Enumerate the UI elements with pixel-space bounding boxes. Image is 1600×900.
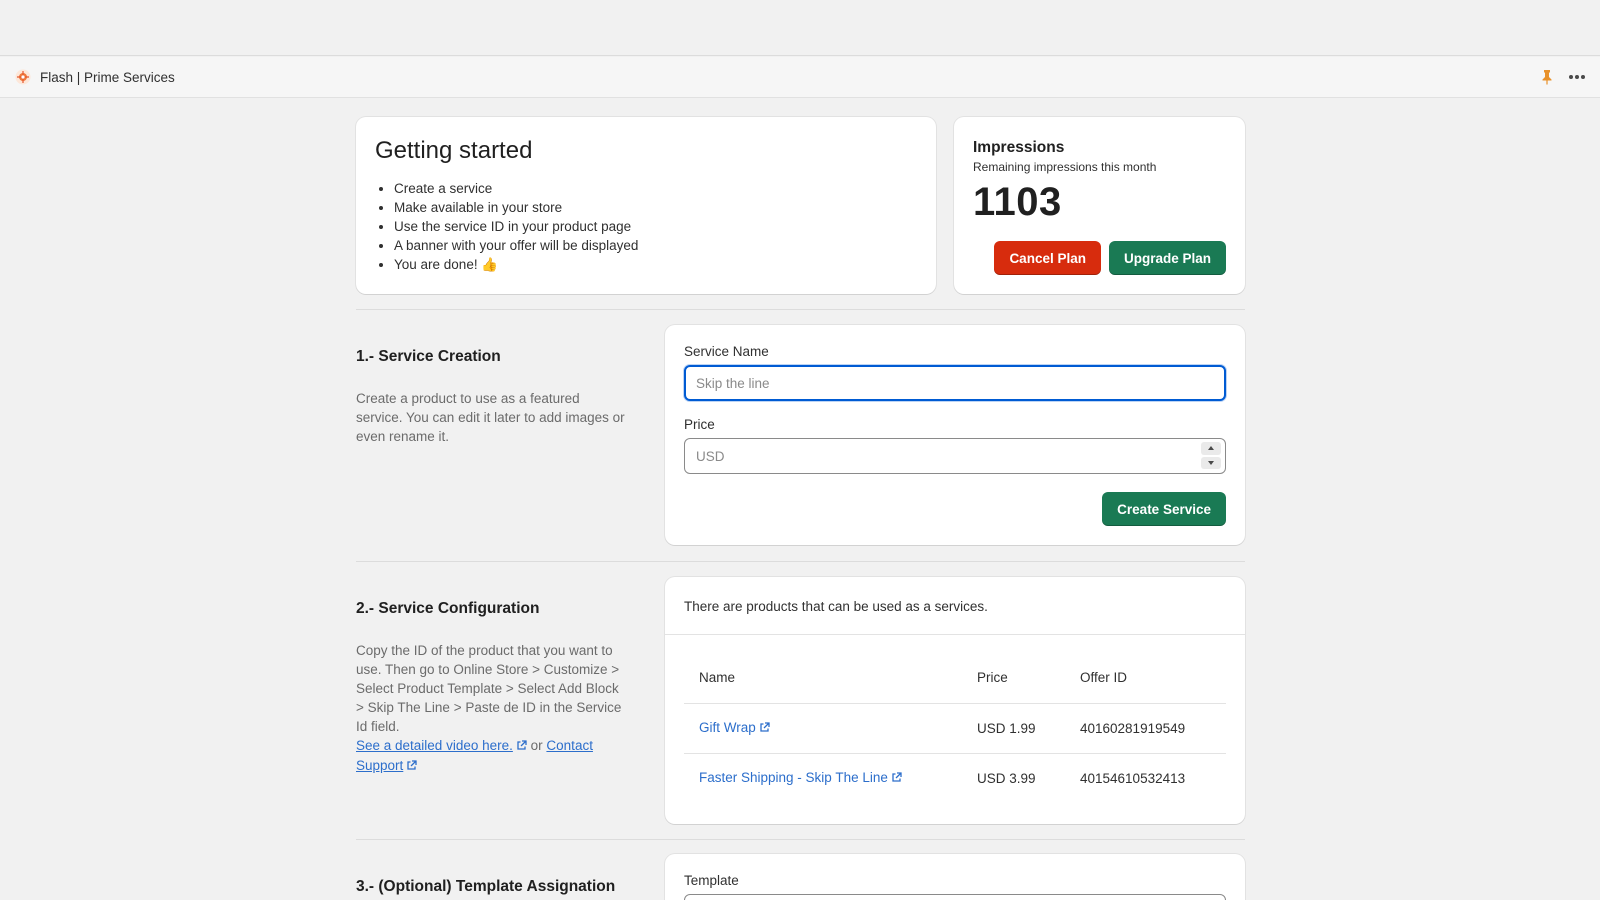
pin-icon[interactable] <box>1540 69 1554 85</box>
service-configuration-title: 2.- Service Configuration <box>356 600 540 617</box>
services-table: Name Price Offer ID Gift Wrap USD 1.99 4… <box>684 653 1226 803</box>
template-assignation-info: 3.- (Optional) Template Assignation <box>356 878 628 896</box>
external-link-icon <box>516 737 527 756</box>
cancel-plan-button[interactable]: Cancel Plan <box>994 241 1101 275</box>
flash-logo-icon <box>14 68 32 86</box>
service-creation-description: Create a product to use as a featured se… <box>356 391 625 444</box>
product-link[interactable]: Faster Shipping - Skip The Line <box>699 770 888 785</box>
product-link[interactable]: Gift Wrap <box>699 720 756 735</box>
impressions-subtitle: Remaining impressions this month <box>973 160 1157 174</box>
step-item: Make available in your store <box>394 198 917 217</box>
app-title-bar: Flash | Prime Services <box>0 57 1600 98</box>
price-stepper[interactable] <box>1201 442 1221 469</box>
section-divider <box>356 561 1245 562</box>
price-input[interactable] <box>684 438 1226 474</box>
offer-id-cell: 40160281919549 <box>1065 703 1226 754</box>
column-header-name: Name <box>684 653 962 704</box>
price-cell: USD 3.99 <box>977 770 1036 786</box>
getting-started-steps: Create a service Make available in your … <box>375 179 917 274</box>
upgrade-plan-button[interactable]: Upgrade Plan <box>1108 241 1226 275</box>
service-creation-card: Service Name Price Create Service <box>665 325 1245 545</box>
service-creation-title: 1.- Service Creation <box>356 348 501 365</box>
impressions-title: Impressions <box>973 139 1065 156</box>
price-label: Price <box>684 417 715 432</box>
service-configuration-info: 2.- Service Configuration Copy the ID of… <box>356 600 628 776</box>
table-header-row: Name Price Offer ID <box>684 653 1226 704</box>
column-header-offer-id: Offer ID <box>1065 653 1226 704</box>
browser-top-area <box>0 0 1600 56</box>
more-horizontal-icon[interactable] <box>1568 74 1586 80</box>
external-link-icon <box>406 757 417 776</box>
section-divider <box>356 309 1245 310</box>
table-row: Gift Wrap USD 1.99 40160281919549 <box>684 703 1226 754</box>
template-label: Template <box>684 873 739 888</box>
video-link[interactable]: See a detailed video here. <box>356 738 513 753</box>
template-assignation-title: 3.- (Optional) Template Assignation <box>356 878 616 895</box>
getting-started-card: Getting started Create a service Make av… <box>356 117 936 294</box>
offer-id-cell: 40154610532413 <box>1080 770 1186 786</box>
step-item: You are done! 👍 <box>394 255 917 274</box>
section-divider <box>356 839 1245 840</box>
external-link-icon <box>759 721 770 736</box>
decrement-icon[interactable] <box>1201 456 1221 469</box>
step-item: A banner with your offer will be display… <box>394 236 917 255</box>
step-item: Use the service ID in your product page <box>394 217 917 236</box>
service-name-input[interactable] <box>684 365 1226 401</box>
column-header-price: Price <box>962 653 1065 704</box>
template-assignation-card: Template <box>665 854 1245 900</box>
service-name-cell: Faster Shipping - Skip The Line <box>684 753 962 803</box>
external-link-icon <box>891 771 902 786</box>
service-configuration-description: Copy the ID of the product that you want… <box>356 641 628 776</box>
configuration-instructions: Copy the ID of the product that you want… <box>356 643 622 734</box>
price-cell: USD 1.99 <box>962 703 1065 754</box>
service-name-cell: Gift Wrap <box>684 703 962 754</box>
service-configuration-card: There are products that can be used as a… <box>665 577 1245 824</box>
service-name-label: Service Name <box>684 344 769 359</box>
getting-started-title: Getting started <box>375 137 533 164</box>
table-row: Faster Shipping - Skip The Line USD 3.99… <box>684 753 1226 803</box>
products-available-text: There are products that can be used as a… <box>665 577 1245 635</box>
increment-icon[interactable] <box>1201 442 1221 455</box>
step-item: Create a service <box>394 179 917 198</box>
app-title: Flash | Prime Services <box>40 69 175 85</box>
impressions-count: 1103 <box>973 180 1062 224</box>
create-service-button[interactable]: Create Service <box>1102 492 1226 526</box>
service-creation-info: 1.- Service Creation Create a product to… <box>356 348 628 446</box>
impressions-card: Impressions Remaining impressions this m… <box>954 117 1245 294</box>
or-text: or <box>530 738 543 753</box>
template-select[interactable] <box>684 894 1226 900</box>
